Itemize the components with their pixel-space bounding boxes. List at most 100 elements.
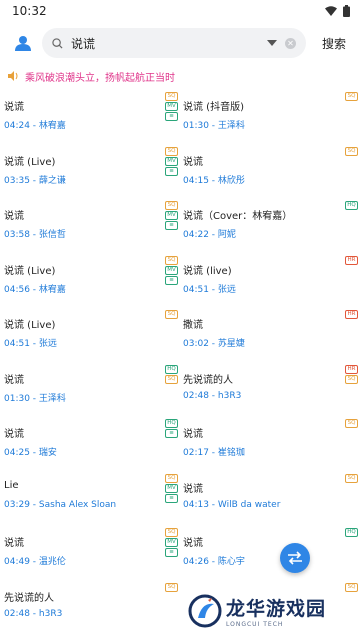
song-duration: 04:26 — [183, 557, 209, 567]
quality-badge-sq: SQ — [165, 255, 178, 265]
swap-button[interactable] — [280, 543, 310, 573]
watermark-logo-icon — [188, 594, 222, 628]
quality-badge-mv[interactable]: MV — [165, 156, 178, 166]
quality-badge-hr: HR — [345, 255, 358, 265]
status-time: 10:32 — [12, 4, 47, 18]
song-meta: 04:24 - 林宥嘉 — [4, 118, 66, 131]
song-badges: SQ MV ≡ — [165, 255, 178, 285]
song-item[interactable]: 先说谎的人 02:48 - h3R3 HR SQ — [180, 364, 360, 420]
song-separator: - — [208, 499, 218, 510]
song-row: Lie 03:29 - Sasha Alex Sloan SQ MV ≡ 说谎 04:13 … — [0, 473, 360, 529]
quality-badge-sq: SQ — [345, 582, 358, 592]
song-artist: 林欣彤 — [217, 175, 245, 186]
song-item[interactable]: 说谎 04:15 - 林欣彤 SQ — [180, 146, 360, 202]
song-item[interactable]: 说谎 02:17 - 崔铭珈 SQ — [180, 419, 360, 474]
song-artist: Sasha Alex Sloan — [38, 499, 117, 510]
song-artist: 瑞安 — [38, 448, 57, 458]
song-item[interactable]: 说谎（Cover：林宥嘉） 04:22 - 阿妮 HQ — [180, 201, 360, 256]
quality-badge-hq: HQ — [165, 419, 178, 428]
song-duration: 01:30 — [4, 393, 30, 404]
search-button[interactable]: 搜索 — [314, 35, 352, 52]
song-item[interactable]: 说谎 04:25 - 瑞安 HQ ≡ — [0, 419, 180, 474]
song-badges: SQ — [165, 582, 178, 592]
top-bar: 说谎 ✕ 搜索 — [0, 22, 360, 64]
quality-badge-mv[interactable]: MV — [165, 265, 178, 275]
song-item[interactable]: 说谎 (Live) 04:56 - 林宥嘉 SQ MV ≡ — [0, 255, 180, 311]
song-item[interactable]: 说谎 (Live) 04:51 - 张远 SQ — [0, 310, 180, 365]
song-meta: 02:17 - 崔铭珈 — [183, 445, 245, 458]
song-item[interactable]: 说谎 01:30 - 王泽科 HQ SQ — [0, 364, 180, 420]
song-artist: 崔铭珈 — [217, 448, 245, 458]
quality-badge-sq: SQ — [345, 374, 358, 384]
song-separator: - — [29, 175, 39, 186]
quality-badge-sq: SQ — [345, 473, 358, 483]
song-separator: - — [208, 390, 218, 401]
lyrics-icon: ≡ — [165, 548, 178, 557]
song-title: 说谎 — [4, 374, 24, 386]
song-artist: 王泽科 — [38, 393, 66, 404]
search-input[interactable]: 说谎 — [71, 35, 259, 52]
song-meta: 04:51 - 张远 — [183, 282, 236, 295]
song-artist: 温兆伦 — [38, 557, 66, 567]
song-item[interactable]: 说谎 (抖音版) 01:30 - 王泽科 SQ — [180, 92, 360, 147]
song-duration: 04:51 — [183, 284, 209, 295]
song-badges: HR — [345, 255, 358, 265]
song-separator: - — [29, 448, 39, 458]
song-separator: - — [29, 393, 39, 404]
song-item[interactable]: 说谎 04:13 - WilB da water SQ — [180, 473, 360, 529]
song-item[interactable]: 撒谎 03:02 - 苏星婕 HR — [180, 310, 360, 365]
song-artist: 张远 — [217, 284, 236, 295]
song-meta: 01:30 - 王泽科 — [183, 118, 245, 131]
song-title: 说谎 (live) — [183, 265, 232, 277]
song-item[interactable]: 说谎 03:58 - 张信哲 SQ MV ≡ — [0, 201, 180, 256]
quality-badge-mv[interactable]: MV — [165, 483, 178, 493]
quality-badge-mv[interactable]: MV — [165, 211, 178, 220]
song-duration: 03:02 — [183, 339, 209, 349]
lyrics-icon: ≡ — [165, 221, 178, 230]
watermark-title: 龙华游戏园 — [226, 598, 327, 620]
dropdown-icon[interactable] — [266, 40, 277, 46]
song-badges: SQ MV ≡ — [165, 92, 178, 121]
song-title: 说谎 (Live) — [4, 320, 56, 331]
song-separator: - — [208, 284, 218, 295]
song-item[interactable]: 说谎 04:26 - 陈心宇 HQ — [180, 528, 360, 583]
lyrics-icon: ≡ — [165, 112, 178, 121]
quality-badge-sq: SQ — [345, 146, 358, 156]
song-separator: - — [208, 339, 218, 349]
song-item[interactable]: 说谎 (live) 04:51 - 张远 HR — [180, 255, 360, 311]
song-title: 说谎 (Live) — [4, 156, 56, 168]
song-meta: 04:56 - 林宥嘉 — [4, 282, 66, 295]
song-duration: 04:25 — [4, 448, 30, 458]
song-item[interactable]: 先说谎的人 02:48 - h3R3 SQ — [0, 582, 180, 638]
song-item[interactable]: Lie 03:29 - Sasha Alex Sloan SQ MV ≡ — [0, 473, 180, 529]
search-box[interactable]: 说谎 ✕ — [42, 28, 306, 58]
notice-bar: 乘风破浪潮头立，扬帆起航正当时 — [0, 64, 360, 88]
song-artist: 阿妮 — [217, 230, 236, 240]
song-title: 说谎 — [183, 156, 203, 168]
song-meta: 02:48 - h3R3 — [4, 609, 62, 619]
quality-badge-mv[interactable]: MV — [165, 538, 178, 547]
song-title: 说谎（Cover：林宥嘉） — [183, 211, 293, 222]
user-icon[interactable] — [12, 32, 34, 54]
song-item[interactable]: 说谎 (Live) 03:35 - 薛之谦 SQ MV ≡ — [0, 146, 180, 202]
song-artist: 王泽科 — [217, 121, 245, 131]
song-row: 说谎 (Live) 04:56 - 林宥嘉 SQ MV ≡ 说谎 (live) 04:51 … — [0, 255, 360, 311]
status-bar: 10:32 — [0, 0, 360, 22]
quality-badge-mv[interactable]: MV — [165, 102, 178, 111]
song-item[interactable]: 说谎 04:49 - 温兆伦 SQ MV ≡ — [0, 528, 180, 583]
song-duration: 04:51 — [4, 339, 30, 349]
song-separator: - — [29, 557, 39, 567]
clear-icon[interactable]: ✕ — [284, 37, 296, 49]
song-badges: SQ — [165, 310, 178, 319]
song-artist: 林宥嘉 — [38, 121, 66, 131]
wifi-icon — [325, 6, 337, 16]
quality-badge-sq: SQ — [165, 92, 178, 101]
song-meta: 04:22 - 阿妮 — [183, 227, 236, 240]
song-title: 说谎 (抖音版) — [183, 102, 244, 113]
song-duration: 04:56 — [4, 284, 30, 295]
song-duration: 04:24 — [4, 121, 30, 131]
song-separator: - — [208, 557, 218, 567]
song-title: 先说谎的人 — [183, 374, 233, 386]
song-item[interactable]: 说谎 04:24 - 林宥嘉 SQ MV ≡ — [0, 92, 180, 147]
song-title: 先说谎的人 — [4, 592, 54, 604]
